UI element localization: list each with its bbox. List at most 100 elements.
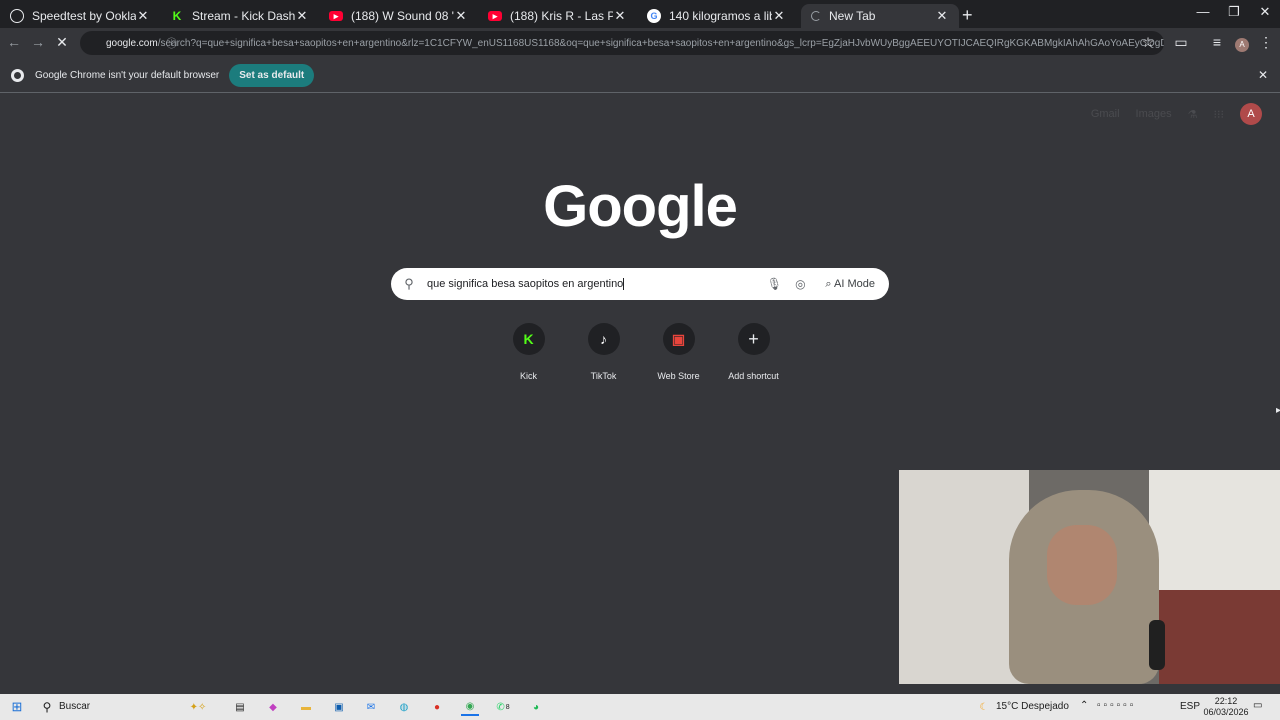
kick-icon: K [170,9,184,23]
gmail-link[interactable]: Gmail [1091,108,1120,120]
taskbar-search-icon[interactable]: ⚲ [38,698,56,716]
tab-google-search[interactable]: G 140 kilogramos a libras - Busca ✕ [637,4,796,28]
shortcut-web-store[interactable]: ▣ Web Store [641,323,716,381]
shortcuts-row: K Kick ♪ TikTok ▣ Web Store + Add shortc… [491,323,791,381]
tab-speedtest[interactable]: Speedtest by Ookla - The Glob ✕ [0,4,160,28]
search-box[interactable]: ⚲ que significa besa saopitos en argenti… [391,268,889,300]
tab-title: 140 kilogramos a libras - Busca [669,9,772,23]
tab-youtube-sound[interactable]: ▸ (188) W Sound 08 "Pico y Cha ✕ [319,4,478,28]
shortcut-label: Web Store [657,371,700,381]
window-close-icon[interactable]: ✕ [1250,4,1280,20]
clock[interactable]: 22:12 06/03/2026 [1202,696,1250,718]
tab-youtube-kris[interactable]: ▸ (188) Kris R - Las Piponas (Offic ✕ [478,4,637,28]
windows-start-icon[interactable]: ⊞ [8,698,26,716]
ai-mode-icon: ⌕ [825,277,832,290]
weather-moon-icon: ☾ [979,701,989,713]
site-info-icon[interactable]: ⓘ [166,35,177,51]
tab-title: (188) Kris R - Las Piponas (Offic [510,9,613,23]
task-view-icon[interactable]: ▤ [231,698,249,716]
loading-icon [811,11,821,21]
copilot-sparkle-icon[interactable]: ✦✧ [181,698,215,716]
app-icon[interactable]: ● [428,698,446,716]
ookla-icon [10,9,24,23]
infobar-message: Google Chrome isn't your default browser [35,69,220,81]
webcam-window [1149,470,1280,610]
tab-title: Stream - Kick Dashboard [192,9,295,23]
edge-icon[interactable]: ◍ [395,698,413,716]
notifications-icon[interactable]: ▭ [1253,700,1262,711]
clock-date: 06/03/2026 [1203,707,1249,717]
text-caret [623,278,625,291]
set-as-default-button[interactable]: Set as default [229,63,315,87]
spotify-icon[interactable]: ◕ [527,698,545,716]
cast-icon[interactable]: ▭ [1172,34,1190,51]
chrome-icon [11,68,24,82]
shortcut-tiktok[interactable]: ♪ TikTok [566,323,641,381]
apps-grid-icon[interactable]: ⁝⁝⁝ [1214,108,1225,121]
tray-icons[interactable]: ▫▫▫▫▫▫ [1097,700,1136,711]
chrome-taskbar-icon[interactable]: ◉ [461,698,479,716]
add-icon: + [737,323,770,355]
restore-icon[interactable]: ❐ [1219,4,1249,20]
shortcut-kick[interactable]: K Kick [491,323,566,381]
taskbar-search-label[interactable]: Buscar [59,701,90,712]
windows-taskbar: ⊞ ⚲ Buscar ✦✧ ▤ ◆ ▬ ▣ ✉ ◍ ● ◉ ✆ 8 ◕ ☾ 15°… [0,694,1280,720]
webcam-face [1047,525,1117,605]
tab-title: New Tab [829,9,876,23]
tiktok-icon: ♪ [587,323,620,355]
media-controls-icon[interactable]: ≡ [1208,34,1226,50]
close-icon[interactable]: ✕ [295,8,309,24]
labs-flask-icon[interactable]: ⚗ [1188,108,1198,121]
google-icon: G [647,9,661,23]
address-bar[interactable]: ⓘ google.com/search?q=que+significa+besa… [80,31,1164,55]
copilot-icon[interactable]: ◆ [264,698,282,716]
ai-mode-label: AI Mode [834,277,875,290]
new-tab-plus-icon[interactable]: + [962,5,973,26]
webcam-overlay [899,470,1280,684]
google-logo: Google [543,174,738,239]
minimize-icon[interactable]: — [1188,4,1218,19]
url-path: /search?q=que+significa+besa+saopitos+en… [157,37,1164,49]
microphone-icon[interactable]: 🎙 [761,277,787,291]
whatsapp-badge: 8 [505,703,510,711]
clock-time: 22:12 [1214,696,1238,706]
close-icon[interactable]: ✕ [613,8,627,24]
shortcut-label: TikTok [590,371,617,381]
avatar[interactable]: A [1240,103,1262,125]
back-arrow-icon[interactable]: ← [5,34,23,50]
store-icon[interactable]: ▣ [330,698,348,716]
ai-mode-button[interactable]: ⌕ AI Mode [817,274,883,295]
close-icon[interactable]: ✕ [935,8,949,24]
tab-title: (188) W Sound 08 "Pico y Cha [351,9,454,23]
webcam-background [1159,590,1280,684]
kick-icon: K [512,323,545,355]
images-link[interactable]: Images [1136,108,1172,120]
close-icon[interactable]: ✕ [136,8,150,24]
language-indicator[interactable]: ESP [1180,701,1200,712]
search-icon: ⚲ [404,276,414,291]
tab-new-tab[interactable]: New Tab ✕ [801,4,959,28]
whatsapp-icon[interactable]: ✆ 8 [494,698,512,716]
infobar-close-icon[interactable]: ✕ [1258,68,1268,82]
profile-icon[interactable]: A [1233,34,1251,52]
webcam-microphone [1149,620,1165,670]
weather-text[interactable]: 15°C Despejado [996,701,1069,712]
forward-arrow-icon[interactable]: → [29,34,47,50]
tab-kick-dashboard[interactable]: K Stream - Kick Dashboard ✕ [160,4,319,28]
shortcut-label: Kick [519,371,537,381]
search-input[interactable]: que significa besa saopitos en argentino [427,278,761,291]
shortcut-add[interactable]: + Add shortcut [716,323,791,381]
outlook-icon[interactable]: ✉ [362,698,380,716]
file-explorer-icon[interactable]: ▬ [297,698,315,716]
tab-title: Speedtest by Ookla - The Glob [32,9,136,23]
mouse-cursor-icon: ▸ [1276,405,1280,416]
close-icon[interactable]: ✕ [772,8,786,24]
close-icon[interactable]: ✕ [454,8,468,24]
shortcut-label: Add shortcut [728,371,779,381]
default-browser-infobar: Google Chrome isn't your default browser… [0,58,1280,93]
google-lens-icon[interactable]: ◎ [787,277,813,291]
tray-chevron-icon[interactable]: ⌃ [1080,700,1088,711]
bookmark-star-icon[interactable]: ☆ [1139,34,1157,51]
menu-kebab-icon[interactable]: ⋮ [1257,34,1275,51]
stop-loading-icon[interactable]: ✕ [53,34,71,51]
